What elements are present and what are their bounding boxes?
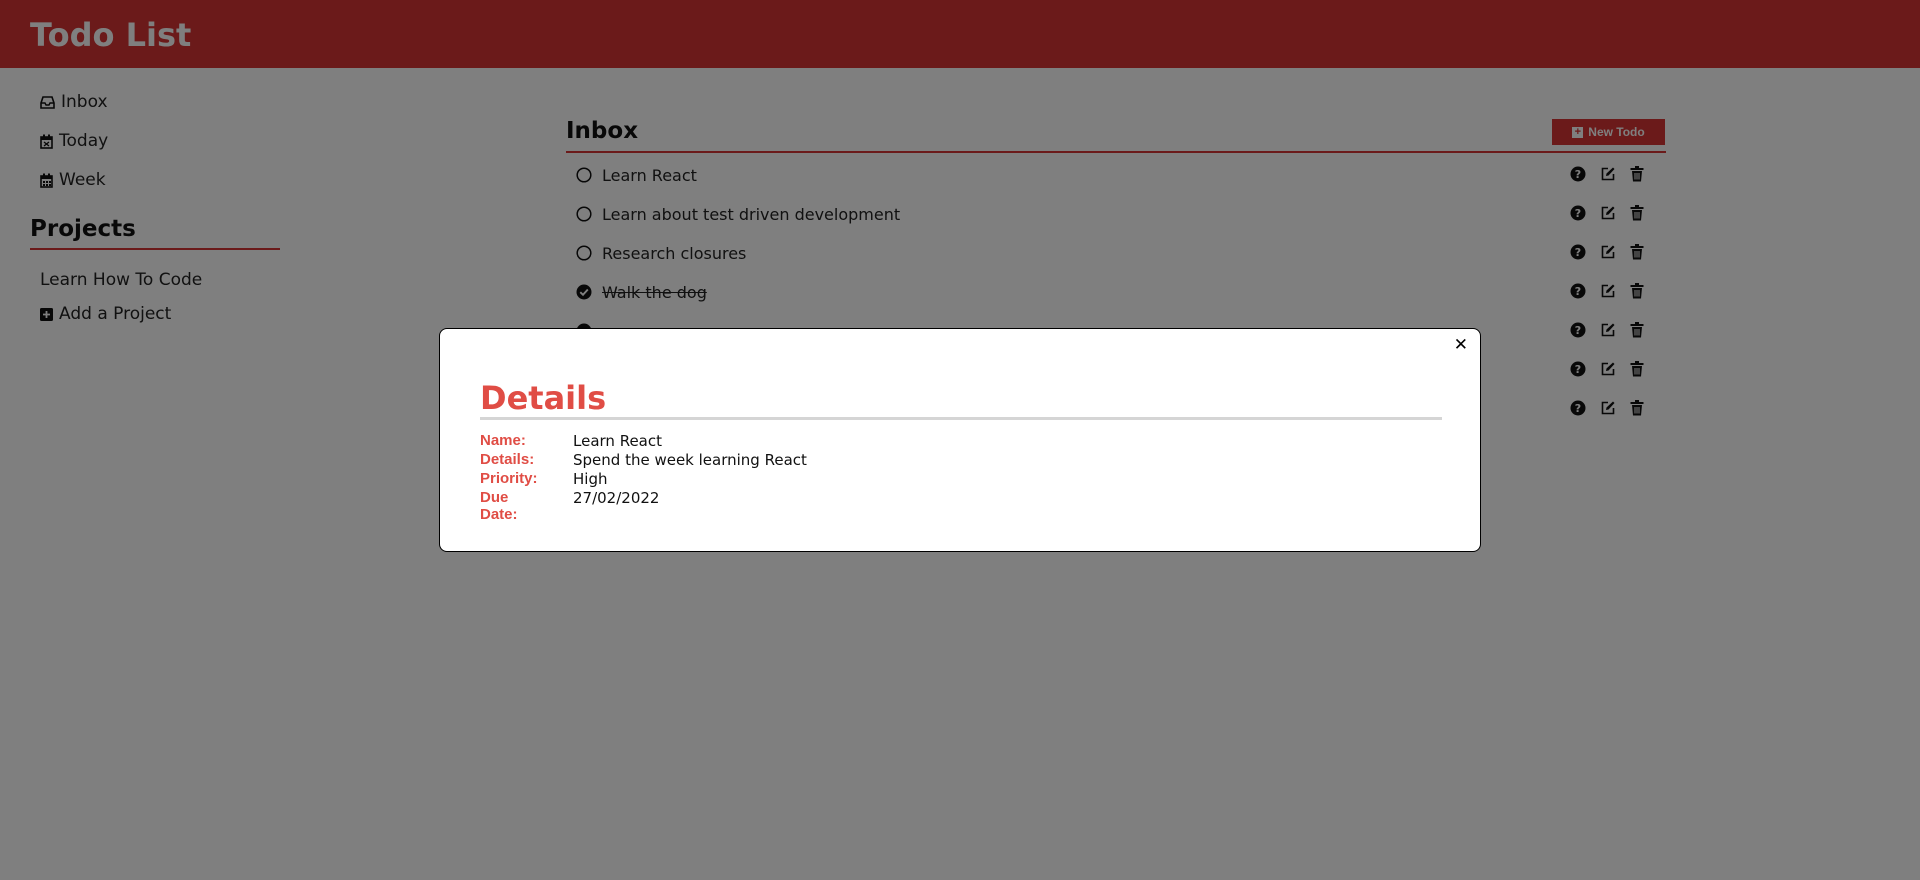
detail-label: Due Date: bbox=[480, 489, 518, 523]
details-modal: ✕ Details Name: Learn React Details: Spe… bbox=[439, 328, 1481, 552]
modal-title: Details bbox=[480, 379, 607, 417]
detail-label: Details: bbox=[480, 451, 535, 468]
detail-value: Spend the week learning React bbox=[573, 451, 807, 469]
modal-divider bbox=[480, 417, 1442, 420]
detail-label: Priority: bbox=[480, 470, 538, 487]
detail-value: Learn React bbox=[573, 432, 662, 450]
detail-value: 27/02/2022 bbox=[573, 489, 660, 507]
close-button[interactable]: ✕ bbox=[1454, 335, 1468, 355]
detail-value: High bbox=[573, 470, 608, 488]
detail-label: Name: bbox=[480, 432, 526, 449]
